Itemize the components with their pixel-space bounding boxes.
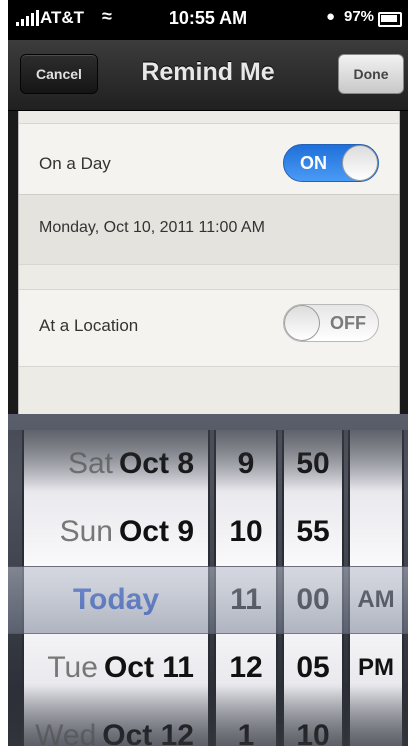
minute-option-selected[interactable]: 00 — [284, 566, 342, 634]
hour-option-selected[interactable]: 11 — [216, 566, 276, 634]
on-a-day-label: On a Day — [39, 154, 111, 173]
hour-option[interactable]: 10 — [216, 498, 276, 566]
minute-wheel[interactable]: 50 55 00 05 10 — [282, 430, 344, 746]
on-a-day-section: On a Day ON Monday, Oct 10, 2011 11:00 A… — [19, 123, 399, 265]
toggle-knob — [342, 145, 378, 181]
on-a-day-toggle[interactable]: ON — [283, 144, 379, 182]
at-a-location-toggle[interactable]: OFF — [283, 304, 379, 342]
am-option[interactable]: AM — [350, 566, 402, 634]
hour-option[interactable]: 9 — [216, 430, 276, 498]
rotation-lock-icon: ● — [326, 8, 336, 25]
done-button[interactable]: Done — [338, 54, 404, 94]
status-bar: AT&T ≈ 10:55 AM ● 97% — [8, 0, 408, 40]
date-time-picker: Sat Oct 8 Sun Oct 9 Today Tue Oct 11 Wed Oct… — [8, 414, 408, 746]
minute-option[interactable]: 55 — [284, 498, 342, 566]
hour-option[interactable]: 12 — [216, 634, 276, 702]
day-option[interactable]: Tue Oct 11 — [24, 634, 208, 702]
reminder-options: On a Day ON Monday, Oct 10, 2011 11:00 A… — [18, 111, 400, 421]
day-option[interactable]: Sun Oct 9 — [24, 498, 208, 566]
phone-screen: AT&T ≈ 10:55 AM ● 97% Cancel Remind Me D… — [8, 0, 408, 746]
battery-percentage: 97% — [344, 8, 375, 25]
navigation-bar: Cancel Remind Me Done — [8, 40, 408, 111]
battery-icon — [378, 12, 402, 27]
minute-option[interactable]: 50 — [284, 430, 342, 498]
at-a-location-section: At a Location OFF — [19, 289, 399, 367]
toggle-on-label: ON — [300, 153, 327, 173]
pm-option[interactable]: PM — [350, 634, 402, 702]
at-a-location-label: At a Location — [39, 316, 139, 335]
day-option[interactable]: Sat Oct 8 — [24, 430, 208, 498]
minute-option[interactable]: 05 — [284, 634, 342, 702]
day-option[interactable]: Wed Oct 12 — [24, 702, 208, 746]
toggle-knob — [284, 305, 320, 341]
ampm-wheel[interactable]: AM PM — [348, 430, 404, 746]
date-time-value: Monday, Oct 10, 2011 11:00 AM — [39, 219, 265, 236]
minute-option[interactable]: 10 — [284, 702, 342, 746]
hour-wheel[interactable]: 9 10 11 12 1 — [214, 430, 278, 746]
day-option-today[interactable]: Today — [24, 566, 208, 634]
date-time-row[interactable]: Monday, Oct 10, 2011 11:00 AM — [19, 194, 399, 264]
toggle-off-label: OFF — [330, 313, 366, 333]
hour-option[interactable]: 1 — [216, 702, 276, 746]
day-wheel[interactable]: Sat Oct 8 Sun Oct 9 Today Tue Oct 11 Wed Oct… — [22, 430, 210, 746]
